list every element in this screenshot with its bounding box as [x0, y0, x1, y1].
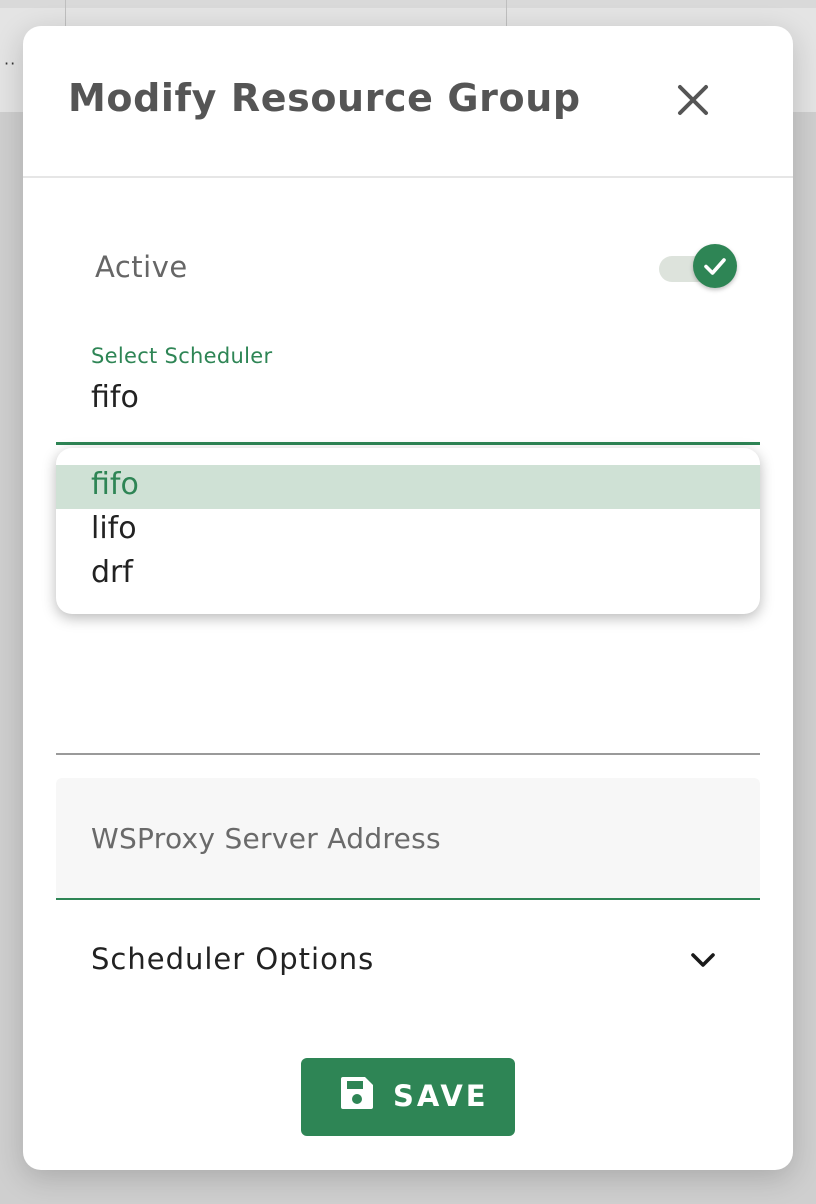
- select-scheduler-underline: [56, 442, 760, 445]
- background-top-row: [0, 0, 816, 8]
- wsproxy-address-underline: [56, 898, 760, 900]
- toggle-thumb: [693, 244, 737, 288]
- dropdown-option-label: fifo: [91, 467, 139, 502]
- check-icon: [704, 258, 726, 275]
- dropdown-option-drf[interactable]: drf: [56, 553, 760, 597]
- background-divider: [65, 0, 66, 28]
- close-icon: [678, 85, 708, 115]
- wsproxy-address-input[interactable]: WSProxy Server Address: [56, 778, 760, 898]
- select-scheduler-value[interactable]: fifo: [91, 380, 139, 415]
- header-divider: [23, 176, 793, 178]
- wsproxy-address-placeholder: WSProxy Server Address: [91, 822, 441, 855]
- scheduler-dropdown-menu: fifo lifo drf: [56, 448, 760, 614]
- active-toggle[interactable]: [656, 244, 740, 292]
- modify-resource-group-dialog: Modify Resource Group Active Select Sche…: [23, 26, 793, 1170]
- save-button[interactable]: SAVE: [301, 1058, 515, 1136]
- select-scheduler-label: Select Scheduler: [91, 344, 273, 368]
- save-button-label: SAVE: [393, 1079, 489, 1113]
- dropdown-option-label: drf: [91, 555, 133, 590]
- dropdown-option-fifo[interactable]: fifo: [56, 465, 760, 509]
- save-icon: [341, 1077, 373, 1109]
- background-ellipsis: ··: [4, 54, 17, 73]
- close-button[interactable]: [671, 78, 715, 122]
- dropdown-option-label: lifo: [91, 511, 137, 546]
- dialog-title: Modify Resource Group: [68, 76, 581, 120]
- chevron-down-icon: [691, 953, 715, 967]
- background-divider: [506, 0, 507, 28]
- scheduler-options-label: Scheduler Options: [91, 942, 375, 976]
- scheduler-options-expander[interactable]: Scheduler Options: [56, 926, 760, 1000]
- hidden-field-underline: [56, 753, 760, 755]
- dropdown-option-lifo[interactable]: lifo: [56, 509, 760, 553]
- active-label: Active: [95, 250, 188, 284]
